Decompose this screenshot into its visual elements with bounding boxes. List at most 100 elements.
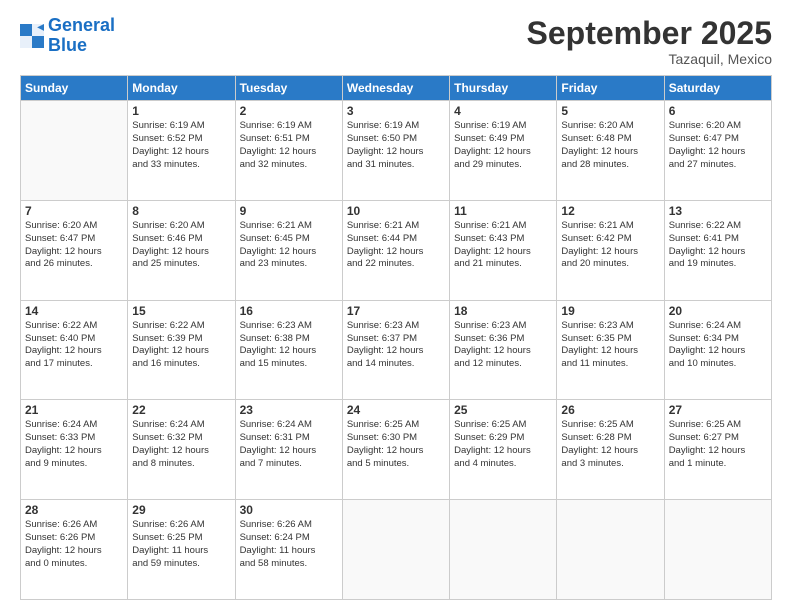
weekday-header: Friday: [557, 76, 664, 101]
day-info: Sunrise: 6:21 AM Sunset: 6:45 PM Dayligh…: [240, 220, 338, 271]
page: GeneralBlue September 2025 Tazaquil, Mex…: [0, 0, 792, 612]
calendar-week-row: 21 Sunrise: 6:24 AM Sunset: 6:33 PM Dayli…: [21, 400, 772, 500]
day-info: Sunrise: 6:24 AM Sunset: 6:31 PM Dayligh…: [240, 419, 338, 470]
weekday-header: Tuesday: [235, 76, 342, 101]
calendar-week-row: 14 Sunrise: 6:22 AM Sunset: 6:40 PM Dayli…: [21, 300, 772, 400]
day-info: Sunrise: 6:22 AM Sunset: 6:41 PM Dayligh…: [669, 220, 767, 271]
day-number: 12: [561, 204, 659, 218]
day-info: Sunrise: 6:23 AM Sunset: 6:38 PM Dayligh…: [240, 320, 338, 371]
day-info: Sunrise: 6:21 AM Sunset: 6:42 PM Dayligh…: [561, 220, 659, 271]
day-number: 23: [240, 403, 338, 417]
calendar-cell: 25 Sunrise: 6:25 AM Sunset: 6:29 PM Dayli…: [450, 400, 557, 500]
calendar-cell: 24 Sunrise: 6:25 AM Sunset: 6:30 PM Dayli…: [342, 400, 449, 500]
day-number: 10: [347, 204, 445, 218]
calendar-cell: 14 Sunrise: 6:22 AM Sunset: 6:40 PM Dayli…: [21, 300, 128, 400]
calendar-cell: 22Sunrise: 6:24 AM Sunset: 6:32 PM Dayli…: [128, 400, 235, 500]
month-title: September 2025: [527, 16, 772, 51]
day-info: Sunrise: 6:22 AM Sunset: 6:39 PM Dayligh…: [132, 320, 230, 371]
location: Tazaquil, Mexico: [527, 51, 772, 67]
day-number: 18: [454, 304, 552, 318]
weekday-header: Wednesday: [342, 76, 449, 101]
day-info: Sunrise: 6:23 AM Sunset: 6:37 PM Dayligh…: [347, 320, 445, 371]
calendar-week-row: 7 Sunrise: 6:20 AM Sunset: 6:47 PM Daylig…: [21, 200, 772, 300]
calendar-cell: 30 Sunrise: 6:26 AM Sunset: 6:24 PM Dayli…: [235, 500, 342, 600]
day-number: 27: [669, 403, 767, 417]
logo-icon: [20, 24, 44, 48]
calendar-cell: 6 Sunrise: 6:20 AM Sunset: 6:47 PM Daylig…: [664, 101, 771, 201]
calendar-cell: 13 Sunrise: 6:22 AM Sunset: 6:41 PM Dayli…: [664, 200, 771, 300]
calendar-cell: 23 Sunrise: 6:24 AM Sunset: 6:31 PM Dayli…: [235, 400, 342, 500]
calendar-cell: [342, 500, 449, 600]
calendar-cell: [450, 500, 557, 600]
day-info: Sunrise: 6:24 AM Sunset: 6:34 PM Dayligh…: [669, 320, 767, 371]
logo-text: GeneralBlue: [48, 16, 115, 56]
day-info: Sunrise: 6:25 AM Sunset: 6:30 PM Dayligh…: [347, 419, 445, 470]
calendar-cell: 18 Sunrise: 6:23 AM Sunset: 6:36 PM Dayli…: [450, 300, 557, 400]
day-number: 2: [240, 104, 338, 118]
day-info: Sunrise: 6:23 AM Sunset: 6:36 PM Dayligh…: [454, 320, 552, 371]
day-number: 4: [454, 104, 552, 118]
day-info: Sunrise: 6:25 AM Sunset: 6:29 PM Dayligh…: [454, 419, 552, 470]
calendar-cell: [21, 101, 128, 201]
day-number: 21: [25, 403, 123, 417]
day-number: 29: [132, 503, 230, 517]
day-number: 5: [561, 104, 659, 118]
calendar-cell: 26 Sunrise: 6:25 AM Sunset: 6:28 PM Dayli…: [557, 400, 664, 500]
weekday-header: Saturday: [664, 76, 771, 101]
day-info: Sunrise: 6:26 AM Sunset: 6:24 PM Dayligh…: [240, 519, 338, 570]
day-info: Sunrise: 6:26 AM Sunset: 6:26 PM Dayligh…: [25, 519, 123, 570]
logo: GeneralBlue: [20, 16, 115, 56]
day-info: Sunrise: 6:24 AM Sunset: 6:33 PM Dayligh…: [25, 419, 123, 470]
day-number: 3: [347, 104, 445, 118]
calendar-cell: 19 Sunrise: 6:23 AM Sunset: 6:35 PM Dayli…: [557, 300, 664, 400]
calendar-cell: 9 Sunrise: 6:21 AM Sunset: 6:45 PM Daylig…: [235, 200, 342, 300]
day-number: 16: [240, 304, 338, 318]
title-block: September 2025 Tazaquil, Mexico: [527, 16, 772, 67]
day-number: 30: [240, 503, 338, 517]
day-number: 22: [132, 403, 230, 417]
calendar-cell: 10 Sunrise: 6:21 AM Sunset: 6:44 PM Dayli…: [342, 200, 449, 300]
day-info: Sunrise: 6:21 AM Sunset: 6:44 PM Dayligh…: [347, 220, 445, 271]
calendar-cell: 11Sunrise: 6:21 AM Sunset: 6:43 PM Dayli…: [450, 200, 557, 300]
day-info: Sunrise: 6:20 AM Sunset: 6:46 PM Dayligh…: [132, 220, 230, 271]
calendar-cell: 20 Sunrise: 6:24 AM Sunset: 6:34 PM Dayli…: [664, 300, 771, 400]
day-number: 20: [669, 304, 767, 318]
day-info: Sunrise: 6:20 AM Sunset: 6:48 PM Dayligh…: [561, 120, 659, 171]
calendar-table: SundayMondayTuesdayWednesdayThursdayFrid…: [20, 75, 772, 600]
calendar-cell: 2Sunrise: 6:19 AM Sunset: 6:51 PM Daylig…: [235, 101, 342, 201]
day-number: 8: [132, 204, 230, 218]
day-info: Sunrise: 6:25 AM Sunset: 6:27 PM Dayligh…: [669, 419, 767, 470]
weekday-header: Monday: [128, 76, 235, 101]
day-number: 14: [25, 304, 123, 318]
day-info: Sunrise: 6:26 AM Sunset: 6:25 PM Dayligh…: [132, 519, 230, 570]
calendar-cell: 12 Sunrise: 6:21 AM Sunset: 6:42 PM Dayli…: [557, 200, 664, 300]
calendar-week-row: 28 Sunrise: 6:26 AM Sunset: 6:26 PM Dayli…: [21, 500, 772, 600]
day-info: Sunrise: 6:21 AM Sunset: 6:43 PM Dayligh…: [454, 220, 552, 271]
weekday-header: Thursday: [450, 76, 557, 101]
calendar-cell: [557, 500, 664, 600]
day-number: 25: [454, 403, 552, 417]
day-number: 7: [25, 204, 123, 218]
day-info: Sunrise: 6:19 AM Sunset: 6:49 PM Dayligh…: [454, 120, 552, 171]
calendar-cell: 3 Sunrise: 6:19 AM Sunset: 6:50 PM Daylig…: [342, 101, 449, 201]
day-info: Sunrise: 6:25 AM Sunset: 6:28 PM Dayligh…: [561, 419, 659, 470]
day-number: 13: [669, 204, 767, 218]
weekday-header: Sunday: [21, 76, 128, 101]
day-info: Sunrise: 6:19 AM Sunset: 6:50 PM Dayligh…: [347, 120, 445, 171]
day-info: Sunrise: 6:20 AM Sunset: 6:47 PM Dayligh…: [25, 220, 123, 271]
day-number: 28: [25, 503, 123, 517]
calendar-cell: 5 Sunrise: 6:20 AM Sunset: 6:48 PM Daylig…: [557, 101, 664, 201]
calendar-cell: 1Sunrise: 6:19 AM Sunset: 6:52 PM Daylig…: [128, 101, 235, 201]
day-number: 6: [669, 104, 767, 118]
day-number: 26: [561, 403, 659, 417]
day-number: 24: [347, 403, 445, 417]
calendar-cell: 27 Sunrise: 6:25 AM Sunset: 6:27 PM Dayli…: [664, 400, 771, 500]
day-info: Sunrise: 6:22 AM Sunset: 6:40 PM Dayligh…: [25, 320, 123, 371]
calendar-cell: 28 Sunrise: 6:26 AM Sunset: 6:26 PM Dayli…: [21, 500, 128, 600]
day-number: 19: [561, 304, 659, 318]
calendar-cell: 17 Sunrise: 6:23 AM Sunset: 6:37 PM Dayli…: [342, 300, 449, 400]
day-number: 17: [347, 304, 445, 318]
day-info: Sunrise: 6:23 AM Sunset: 6:35 PM Dayligh…: [561, 320, 659, 371]
day-info: Sunrise: 6:20 AM Sunset: 6:47 PM Dayligh…: [669, 120, 767, 171]
day-number: 9: [240, 204, 338, 218]
